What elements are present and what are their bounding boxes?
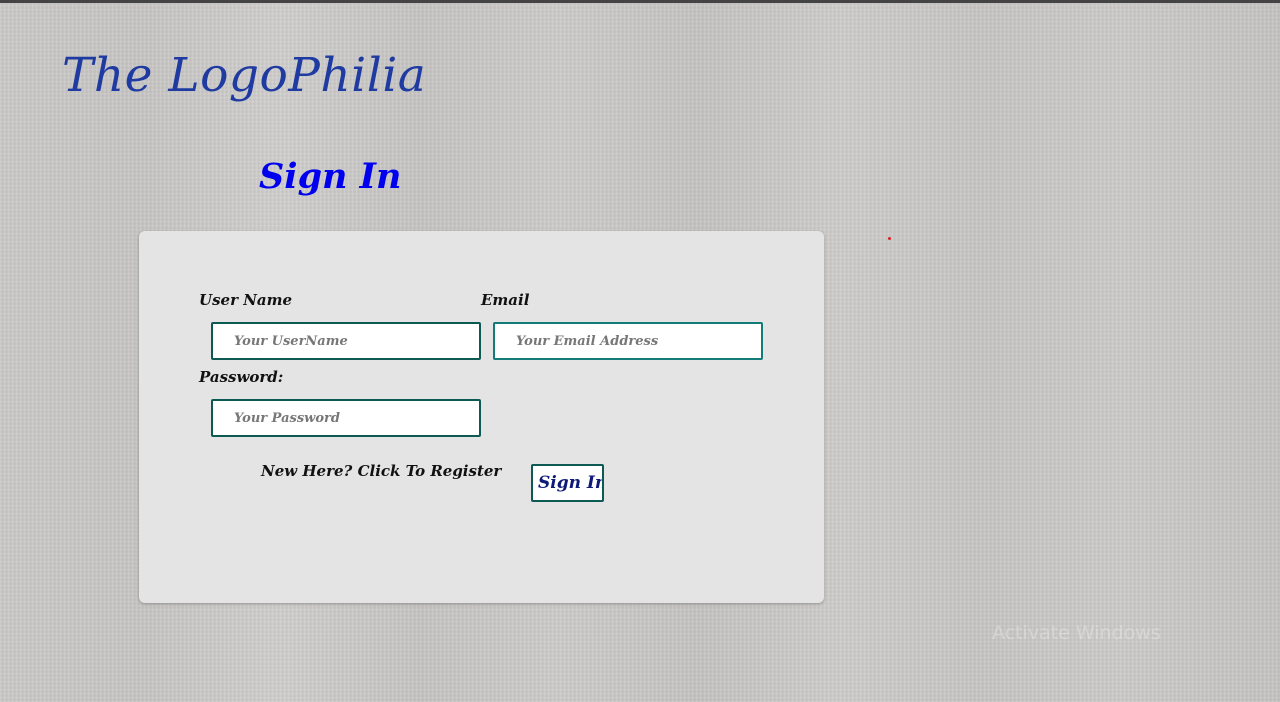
page-title: Sign In: [259, 156, 402, 197]
password-input[interactable]: [211, 399, 481, 437]
top-edge-bar: [0, 0, 1280, 3]
brand-logo-title: The LogoPhilia: [62, 48, 427, 103]
email-input[interactable]: [493, 322, 763, 360]
signin-button[interactable]: Sign In: [531, 464, 604, 502]
username-input[interactable]: [211, 322, 481, 360]
email-label: Email: [481, 291, 530, 309]
username-label: User Name: [199, 291, 293, 309]
signin-form-card: User Name Email Password: New Here? Clic…: [139, 231, 824, 603]
password-label: Password:: [199, 368, 284, 386]
activate-windows-watermark: Activate Windows: [992, 622, 1161, 644]
register-link[interactable]: New Here? Click To Register: [261, 462, 501, 480]
stray-dot: [888, 237, 891, 240]
